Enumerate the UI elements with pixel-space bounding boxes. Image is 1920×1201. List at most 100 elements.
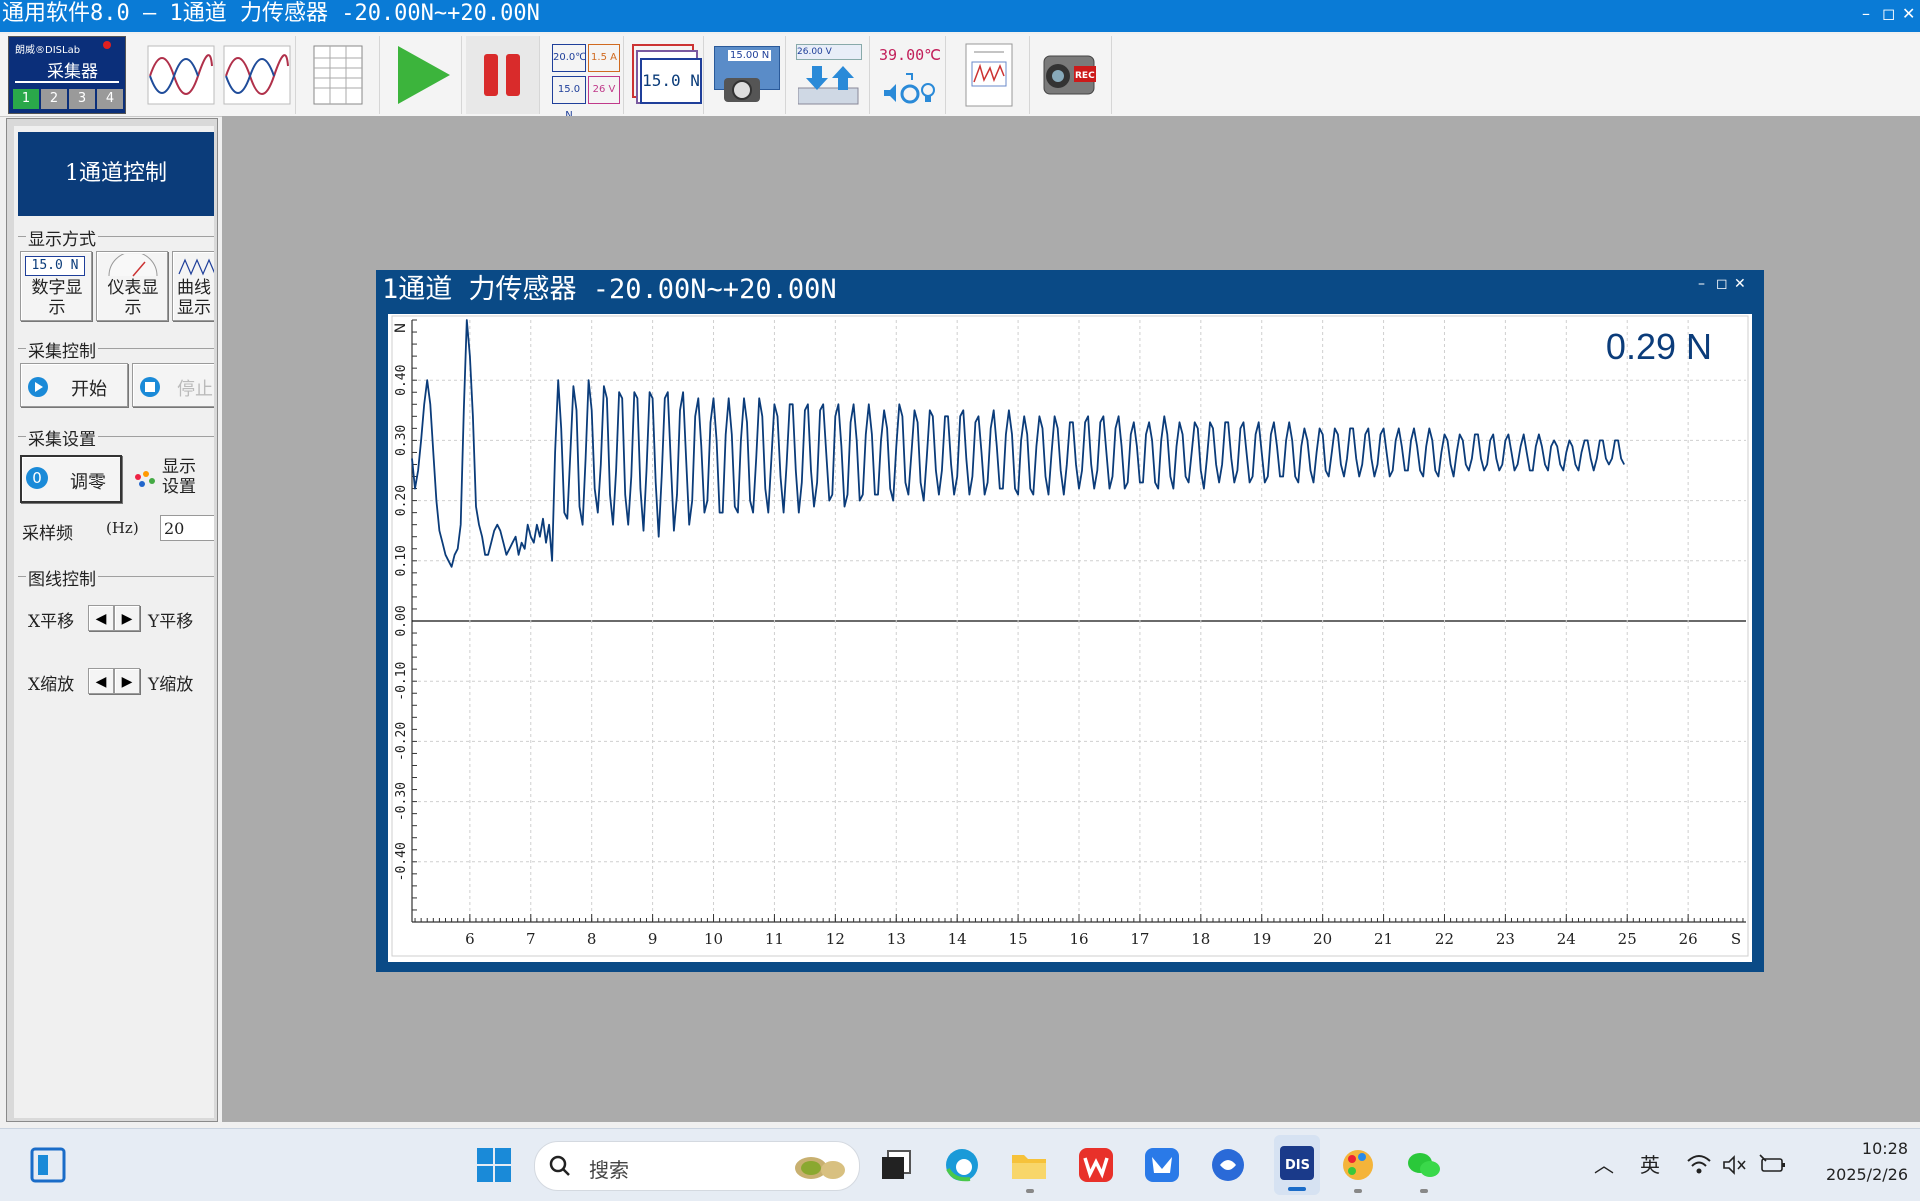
plot-frame — [391, 315, 1749, 957]
y-zoom-label[interactable]: Y缩放 — [148, 670, 193, 695]
collect-settings-label: 采集设置 — [26, 425, 98, 450]
x-tick-label: 20 — [1313, 930, 1332, 948]
channel-control-panel: 1通道控制 显示方式 15.0 N 数字显示 仪表显示 曲线显示 采集控制 开始 — [14, 126, 214, 1118]
clock-time[interactable]: 10:28 — [1808, 1139, 1908, 1158]
x-tick-label: 8 — [587, 930, 597, 948]
feishu-icon[interactable] — [1144, 1147, 1180, 1183]
digital-mode-icon: 15.0 N — [25, 256, 85, 276]
graph-control-group: 图线控制 X平移 ◀ ▶ Y平移 X缩放 ◀ ▶ Y缩放 — [18, 565, 214, 729]
channel-2-tab[interactable]: 2 — [41, 89, 67, 109]
paint-app-icon[interactable] — [1340, 1147, 1376, 1183]
dis-app-icon: DIS — [1280, 1146, 1314, 1180]
zero-button[interactable]: 0 调零 — [20, 455, 122, 503]
video-record-button[interactable]: REC — [1034, 36, 1112, 114]
x-axis-unit: S — [1731, 930, 1741, 948]
play-circle-icon — [28, 377, 48, 397]
meter-mode-label: 仪表显示 — [107, 278, 159, 318]
search-box[interactable]: 搜索 — [534, 1141, 860, 1191]
data-table-button[interactable] — [300, 36, 380, 114]
sample-rate-input[interactable]: 20 — [160, 515, 214, 541]
clock-date[interactable]: 2025/2/26 — [1800, 1165, 1908, 1184]
display-settings-button[interactable]: 显示设置 — [128, 455, 214, 503]
search-icon — [549, 1155, 570, 1176]
channel-3-tab[interactable]: 3 — [69, 89, 95, 109]
plot-area: 0.40 0.30 0.20 0.10 0.00 -0.10 -0.20 -0.30 -0.40… — [388, 314, 1752, 962]
y-axis-unit: N — [393, 323, 409, 333]
meter-display-mode-button[interactable]: 仪表显示 — [96, 251, 168, 321]
paint-running-indicator — [1354, 1189, 1362, 1193]
stop-button[interactable] — [466, 36, 540, 114]
x-zoom-out-button[interactable]: ▶ — [114, 668, 140, 694]
multi-display-button[interactable]: 20.0℃ 1.5 A 15.0 N 26 V — [544, 36, 624, 121]
current-value-readout: 0.29 N — [1605, 326, 1712, 367]
y-tick-label: 0.40 — [394, 365, 409, 396]
report-button[interactable] — [950, 36, 1030, 114]
x-tick-label: 9 — [648, 930, 658, 948]
panel-start-label: 开始 — [71, 379, 107, 400]
camera-icon — [724, 78, 760, 102]
volume-muted-icon[interactable] — [1722, 1153, 1748, 1177]
maximize-button[interactable]: ◻ — [1882, 2, 1895, 26]
wps-office-icon[interactable] — [1078, 1147, 1114, 1183]
y-tick-label: 0.10 — [394, 545, 409, 576]
x-zoom-in-button[interactable]: ◀ — [88, 668, 114, 694]
digital-display-button[interactable]: 15.0 N — [628, 36, 704, 114]
stop-circle-icon — [140, 377, 160, 397]
battery-charging-icon[interactable] — [1758, 1153, 1786, 1177]
pause-icon — [484, 54, 520, 96]
data-transfer-button[interactable]: 26.00 V — [790, 36, 870, 114]
app-title: 通用软件8.0 – 1通道 力传感器 -20.00N~+20.00N — [2, 1, 540, 26]
start-button[interactable] — [384, 36, 462, 114]
download-upload-icon — [798, 66, 859, 105]
curve-display-mode-button[interactable]: 曲线显示 — [172, 251, 214, 321]
snapshot-button[interactable]: 15.00 N — [708, 36, 786, 114]
x-tick-label: 23 — [1496, 930, 1515, 948]
channel-1-tab[interactable]: 1 — [13, 89, 39, 109]
y-tick-label: 0.00 — [394, 605, 409, 636]
curve-mode-icon — [178, 258, 214, 276]
waveform-view-button[interactable] — [142, 36, 296, 114]
ime-indicator[interactable]: 英 — [1640, 1129, 1660, 1201]
windows-start-icon[interactable] — [476, 1147, 512, 1183]
rec-label: REC — [1075, 71, 1095, 81]
x-shift-left-button[interactable]: ◀ — [88, 605, 114, 631]
y-shift-label[interactable]: Y平移 — [148, 607, 193, 632]
widgets-icon[interactable] — [30, 1147, 66, 1183]
chart-minimize-button[interactable]: – — [1698, 276, 1705, 292]
sensor-settings-button[interactable]: 39.00℃ — [874, 36, 946, 114]
y-tick-label: -0.10 — [394, 662, 409, 701]
close-button[interactable]: ✕ — [1902, 2, 1915, 26]
x-tick-label: 24 — [1557, 930, 1576, 948]
dis-app-taskbar-button[interactable]: DIS — [1274, 1135, 1320, 1195]
x-tick-label: 14 — [948, 930, 967, 948]
collector-button[interactable]: 朗威®DISLab 采集器 1 2 3 4 — [8, 36, 126, 114]
x-tick-label: 26 — [1679, 930, 1698, 948]
chart-maximize-button[interactable]: ◻ — [1716, 276, 1728, 292]
panel-stop-button[interactable]: 停止 — [132, 363, 214, 407]
panel-start-button[interactable]: 开始 — [20, 363, 128, 407]
explorer-running-indicator — [1026, 1189, 1034, 1193]
collect-control-group: 采集控制 开始 停止 — [18, 337, 214, 415]
y-tick-label: -0.20 — [394, 722, 409, 761]
graph-control-label: 图线控制 — [26, 565, 98, 590]
minimize-button[interactable]: – — [1862, 2, 1870, 26]
x-shift-right-button[interactable]: ▶ — [114, 605, 140, 631]
color-palette-icon — [135, 471, 155, 487]
messenger-bubble-icon[interactable] — [1210, 1147, 1246, 1183]
chart-close-button[interactable]: ✕ — [1734, 276, 1746, 292]
channel-4-tab[interactable]: 4 — [97, 89, 123, 109]
digital-display-value: 15.0 N — [640, 58, 702, 104]
task-view-icon[interactable] — [878, 1147, 914, 1183]
tray-overflow-chevron-icon[interactable]: ︿ — [1594, 1129, 1614, 1201]
y-tick-label: 0.30 — [394, 425, 409, 456]
edge-browser-icon[interactable] — [944, 1147, 980, 1183]
taskbar: 搜索 DIS ︿ 英 10:28 2025/2/26 — [0, 1128, 1920, 1201]
x-tick-label: 25 — [1618, 930, 1637, 948]
display-mode-label: 显示方式 — [26, 225, 98, 250]
wechat-icon[interactable] — [1406, 1147, 1442, 1183]
file-explorer-icon[interactable] — [1010, 1147, 1048, 1183]
chart-window: 1通道 力传感器 -20.00N~+20.00N – ◻ ✕ 0.40 0.30 0… — [376, 270, 1764, 972]
y-tick-label: 0.20 — [394, 485, 409, 516]
digital-display-mode-button[interactable]: 15.0 N 数字显示 — [20, 251, 92, 321]
wifi-icon[interactable] — [1686, 1153, 1712, 1177]
